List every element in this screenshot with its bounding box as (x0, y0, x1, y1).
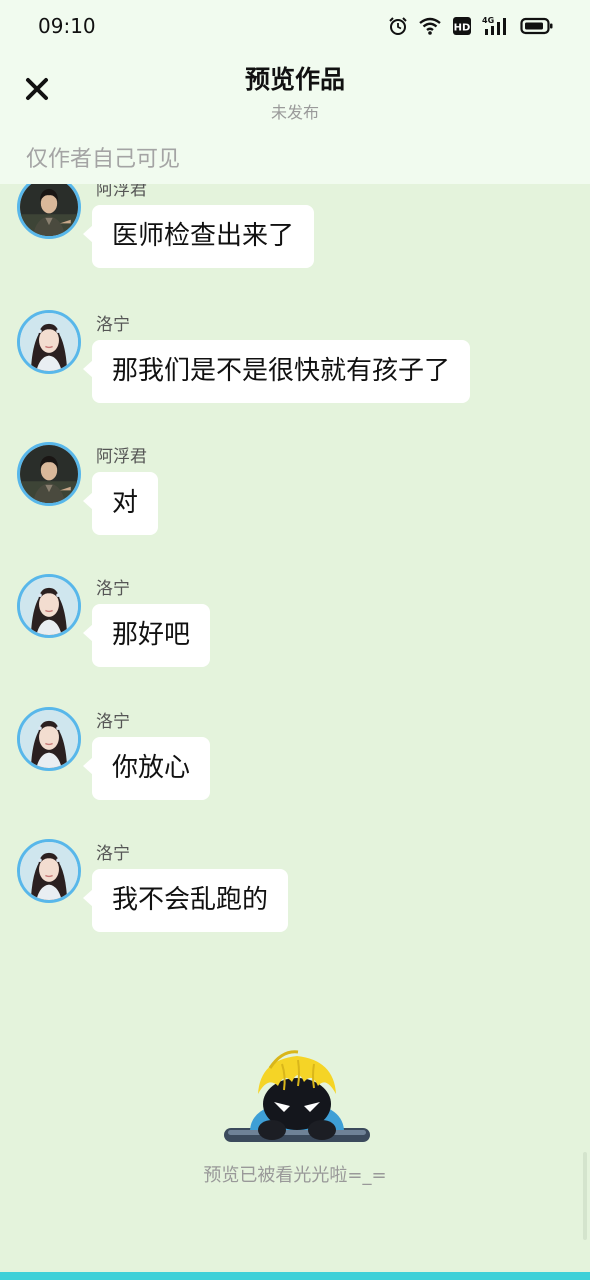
female-portrait-icon (20, 710, 78, 768)
hd-icon: HD (452, 16, 472, 36)
message-bubble[interactable]: 我不会乱跑的 (82, 869, 289, 932)
chat-area[interactable]: 阿浮君 医师检查出来了 洛宁 那我们是不是很快就有孩子了 阿浮君 对 洛宁 那好… (0, 184, 590, 1004)
visibility-note: 仅作者自己可见 (26, 147, 181, 172)
avatar-female[interactable] (17, 310, 81, 374)
message-bubble[interactable]: 对 (82, 472, 159, 535)
network-label: 4G (482, 16, 494, 25)
end-of-preview-text: 预览已被看光光啦=_= (203, 1165, 387, 1186)
avatar-female[interactable] (17, 839, 81, 903)
sender-name: 洛宁 (96, 712, 130, 732)
page-title: 预览作品 (244, 65, 345, 94)
status-time: 09:10 (38, 14, 96, 38)
female-portrait-icon (20, 577, 78, 635)
avatar-female[interactable] (17, 707, 81, 771)
sender-name: 洛宁 (96, 844, 130, 864)
publish-status: 未发布 (270, 103, 319, 122)
hd-label: HD (454, 23, 471, 34)
message-bubble[interactable]: 那好吧 (82, 604, 211, 667)
sender-name: 阿浮君 (96, 447, 147, 467)
4g-signal-icon: 4G (482, 15, 510, 37)
message-bubble[interactable]: 医师检查出来了 (82, 205, 315, 268)
scrollbar[interactable] (583, 1152, 587, 1240)
sender-name: 洛宁 (96, 315, 130, 335)
avatar-male[interactable] (17, 184, 81, 239)
male-portrait-icon (20, 184, 78, 236)
message-bubble[interactable]: 那我们是不是很快就有孩子了 (82, 340, 471, 403)
bottom-accent-bar (0, 1272, 590, 1280)
avatar-male[interactable] (17, 442, 81, 506)
female-portrait-icon (20, 842, 78, 900)
top-header: 09:10 HD 4G 预览作品 未发布 仅作者自己可见 (0, 0, 590, 184)
male-portrait-icon (20, 445, 78, 503)
battery-icon (520, 16, 554, 36)
female-portrait-icon (20, 313, 78, 371)
sender-name: 洛宁 (96, 579, 130, 599)
message-bubble[interactable]: 你放心 (82, 737, 211, 800)
status-icons: HD 4G (388, 14, 554, 38)
peeking-mascot-icon (222, 1046, 372, 1150)
sender-name: 阿浮君 (96, 184, 147, 200)
wifi-icon (418, 16, 442, 36)
status-bar: 09:10 HD 4G (0, 0, 590, 52)
avatar-female[interactable] (17, 574, 81, 638)
alarm-icon (388, 16, 408, 36)
